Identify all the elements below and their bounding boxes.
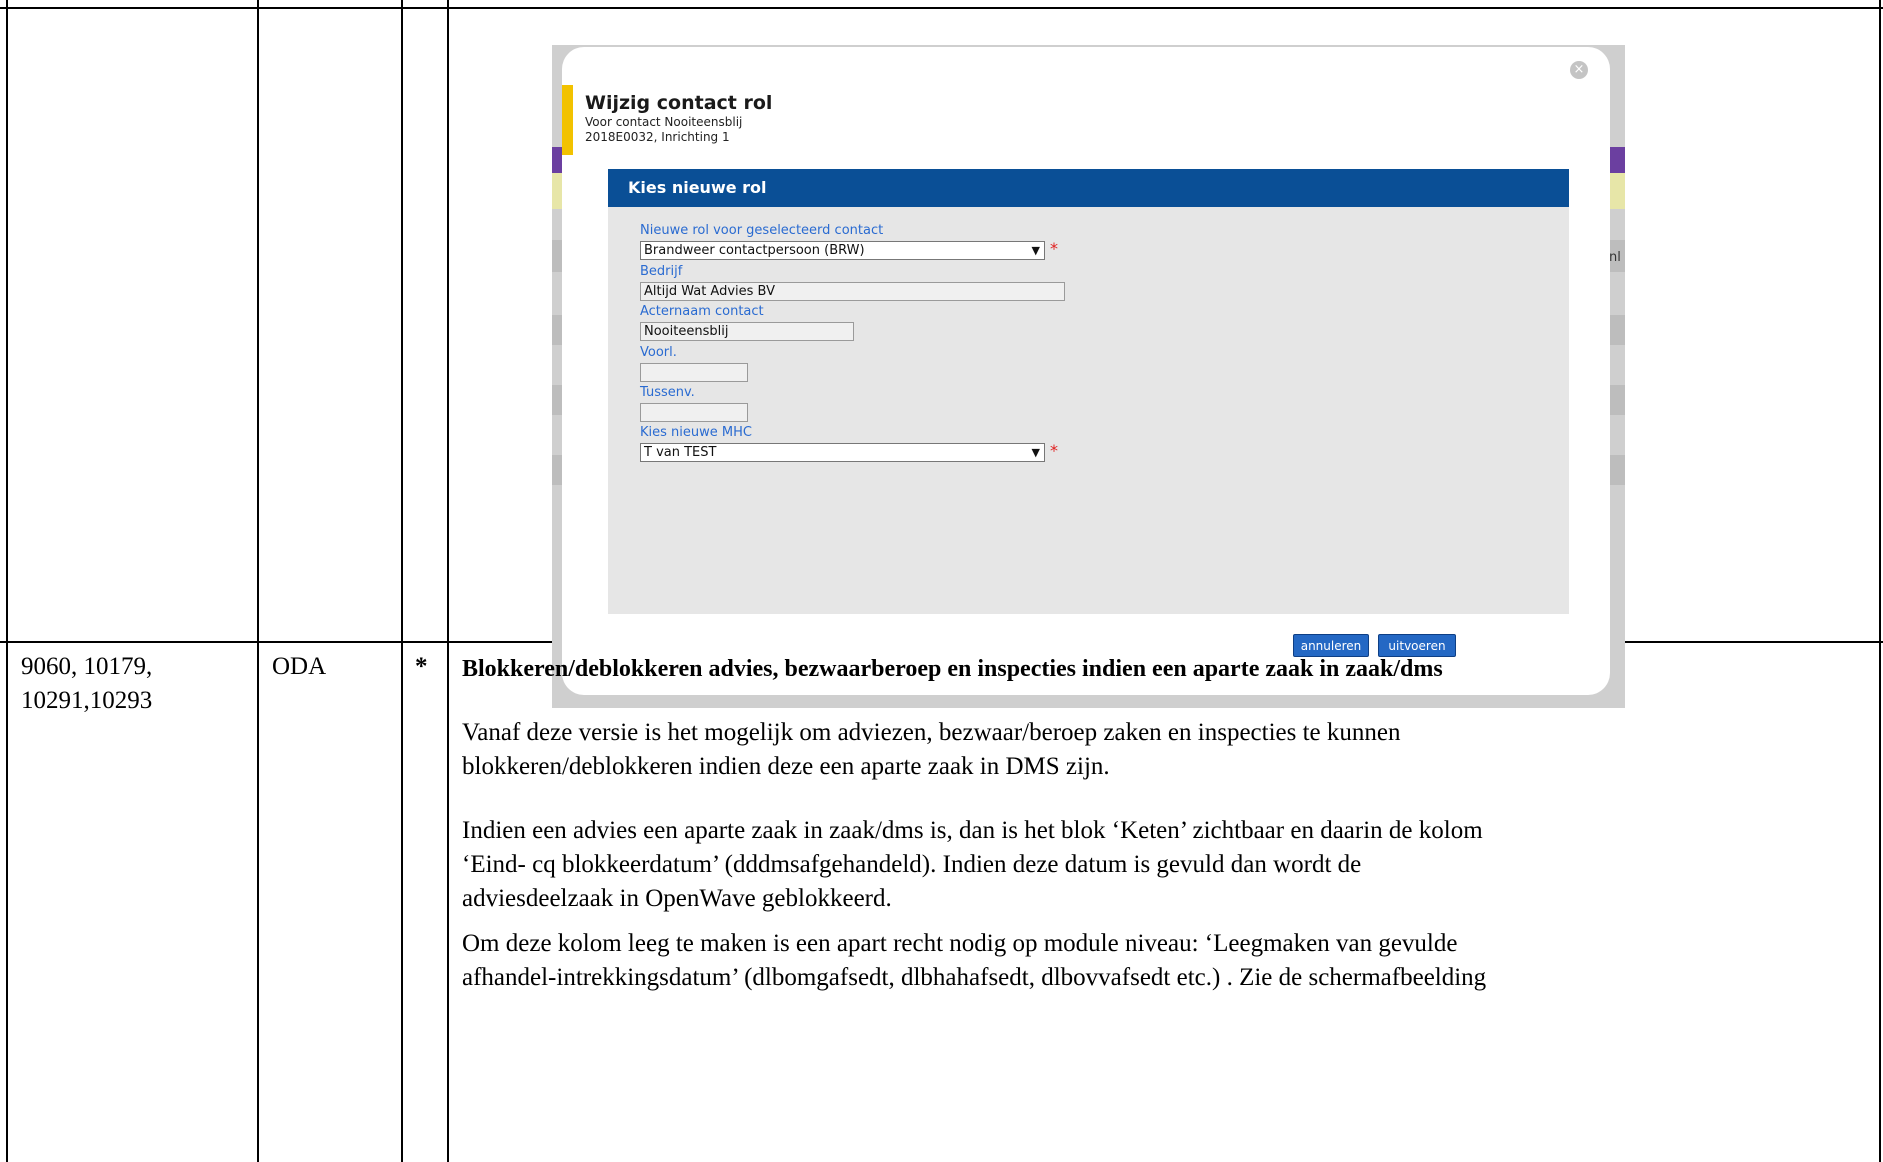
infix-label: Tussenv. (640, 385, 695, 400)
lastname-field[interactable]: Nooiteensblij (640, 322, 854, 341)
lastname-label: Acternaam contact (640, 304, 764, 319)
table-left-border (6, 0, 8, 1162)
initials-field[interactable] (640, 363, 748, 382)
paragraph-2-line3: adviesdeelzaak in OpenWave geblokkeerd. (462, 885, 892, 912)
mhc-select[interactable]: T van TEST ▼ (640, 443, 1045, 462)
company-label: Bedrijf (640, 264, 683, 279)
dialog-subtitle-contact: Voor contact Nooiteensblij (585, 115, 743, 129)
paragraph-1-line1: Vanaf deze versie is het mogelijk om adv… (462, 719, 1401, 746)
table-top-border (0, 7, 1883, 9)
row-heading: Blokkeren/deblokkeren advies, bezwaarber… (462, 656, 1443, 682)
paragraph-3-line2: afhandel-intrekkingsdatum’ (dlbomgafsedt… (462, 964, 1487, 991)
embedded-screenshot: nl × Wijzig contact rol Voor contact Noo… (552, 45, 1625, 708)
infix-field[interactable] (640, 403, 748, 422)
required-marker: * (1050, 441, 1058, 460)
role-label: Nieuwe rol voor geselecteerd contact (640, 223, 884, 238)
column-divider-2 (401, 0, 403, 1162)
dialog-title: Wijzig contact rol (585, 92, 773, 114)
column-divider-3 (447, 0, 449, 1162)
dialog-subtitle-case: 2018E0032, Inrichting 1 (585, 130, 730, 144)
title-accent-bar (562, 85, 573, 155)
mhc-select-value: T van TEST (644, 445, 717, 460)
organisation-cell: ODA (272, 653, 327, 680)
required-marker: * (1050, 239, 1058, 258)
change-contact-role-dialog: × Wijzig contact rol Voor contact Nooite… (562, 47, 1610, 695)
close-icon[interactable]: × (1570, 61, 1588, 79)
column-divider-1 (257, 0, 259, 1162)
choose-role-panel: Kies nieuwe rol Nieuwe rol voor geselect… (608, 169, 1569, 614)
paragraph-3-line1: Om deze kolom leeg te maken is een apart… (462, 930, 1458, 957)
table-right-border (1879, 0, 1881, 1162)
chevron-down-icon: ▼ (1031, 446, 1040, 459)
paragraph-2-line2: ‘Eind- cq blokkeerdatum’ (dddmsafgehande… (462, 851, 1362, 878)
paragraph-1-line2: blokkeren/deblokkeren indien deze een ap… (462, 753, 1110, 780)
issue-ids-line2: 10291,10293 (21, 687, 153, 714)
background-fragment: nl (1609, 250, 1621, 265)
marker-cell: * (415, 653, 428, 680)
company-field[interactable]: Altijd Wat Advies BV (640, 282, 1065, 301)
paragraph-2-line1: Indien een advies een aparte zaak in zaa… (462, 817, 1483, 844)
chevron-down-icon: ▼ (1031, 244, 1040, 257)
panel-header: Kies nieuwe rol (608, 169, 1569, 207)
issue-ids-line1: 9060, 10179, (21, 653, 153, 680)
initials-label: Voorl. (640, 345, 677, 360)
role-select-value: Brandweer contactpersoon (BRW) (644, 243, 865, 258)
role-select[interactable]: Brandweer contactpersoon (BRW) ▼ (640, 241, 1045, 260)
mhc-label: Kies nieuwe MHC (640, 425, 752, 440)
